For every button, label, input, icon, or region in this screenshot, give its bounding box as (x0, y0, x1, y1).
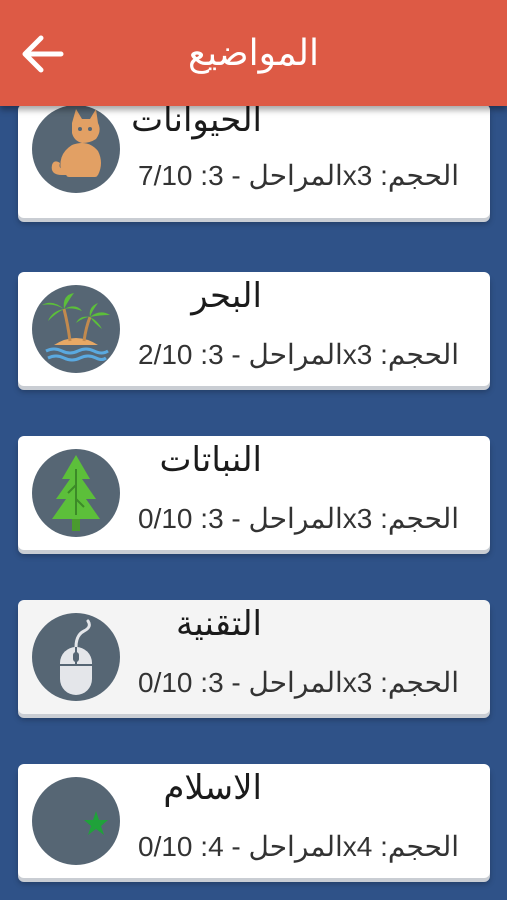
topic-card-technology[interactable]: التقنية 0/10 :المراحل - 3x3 :الحجم (18, 600, 490, 714)
topic-card-islam[interactable]: الاسلام 0/10 :المراحل - 4x4 :الحجم (18, 764, 490, 878)
topic-title: الحيوانات (131, 106, 262, 140)
cat-icon (32, 106, 120, 193)
topic-card-sea[interactable]: البحر 2/10 :المراحل - 3x3 :الحجم (18, 272, 490, 386)
topic-meta: 0/10 :المراحل - 3x3 :الحجم (138, 667, 459, 698)
topic-card-plants[interactable]: النباتات 0/10 :المراحل - 3x3 :الحجم (18, 436, 490, 550)
topic-meta: 0/10 :المراحل - 4x4 :الحجم (138, 831, 459, 862)
topics-list[interactable]: الحيوانات 7/10 :المراحل - 3x3 :الحجم الب… (0, 106, 507, 900)
topic-meta: 2/10 :المراحل - 3x3 :الحجم (138, 339, 459, 370)
topic-title: التقنية (175, 604, 262, 644)
app-bar: المواضيع (0, 0, 507, 106)
topic-title: الاسلام (163, 768, 262, 808)
palm-island-icon (32, 285, 120, 373)
crescent-star-icon (32, 777, 120, 865)
mouse-icon (32, 613, 120, 701)
topic-title: النباتات (159, 440, 262, 480)
page-title: المواضيع (188, 33, 319, 74)
tree-icon (32, 449, 120, 537)
topic-meta: 7/10 :المراحل - 3x3 :الحجم (138, 160, 459, 191)
topic-meta: 0/10 :المراحل - 3x3 :الحجم (138, 503, 459, 534)
topic-card-animals[interactable]: الحيوانات 7/10 :المراحل - 3x3 :الحجم (18, 106, 490, 218)
topic-title: البحر (191, 276, 262, 316)
